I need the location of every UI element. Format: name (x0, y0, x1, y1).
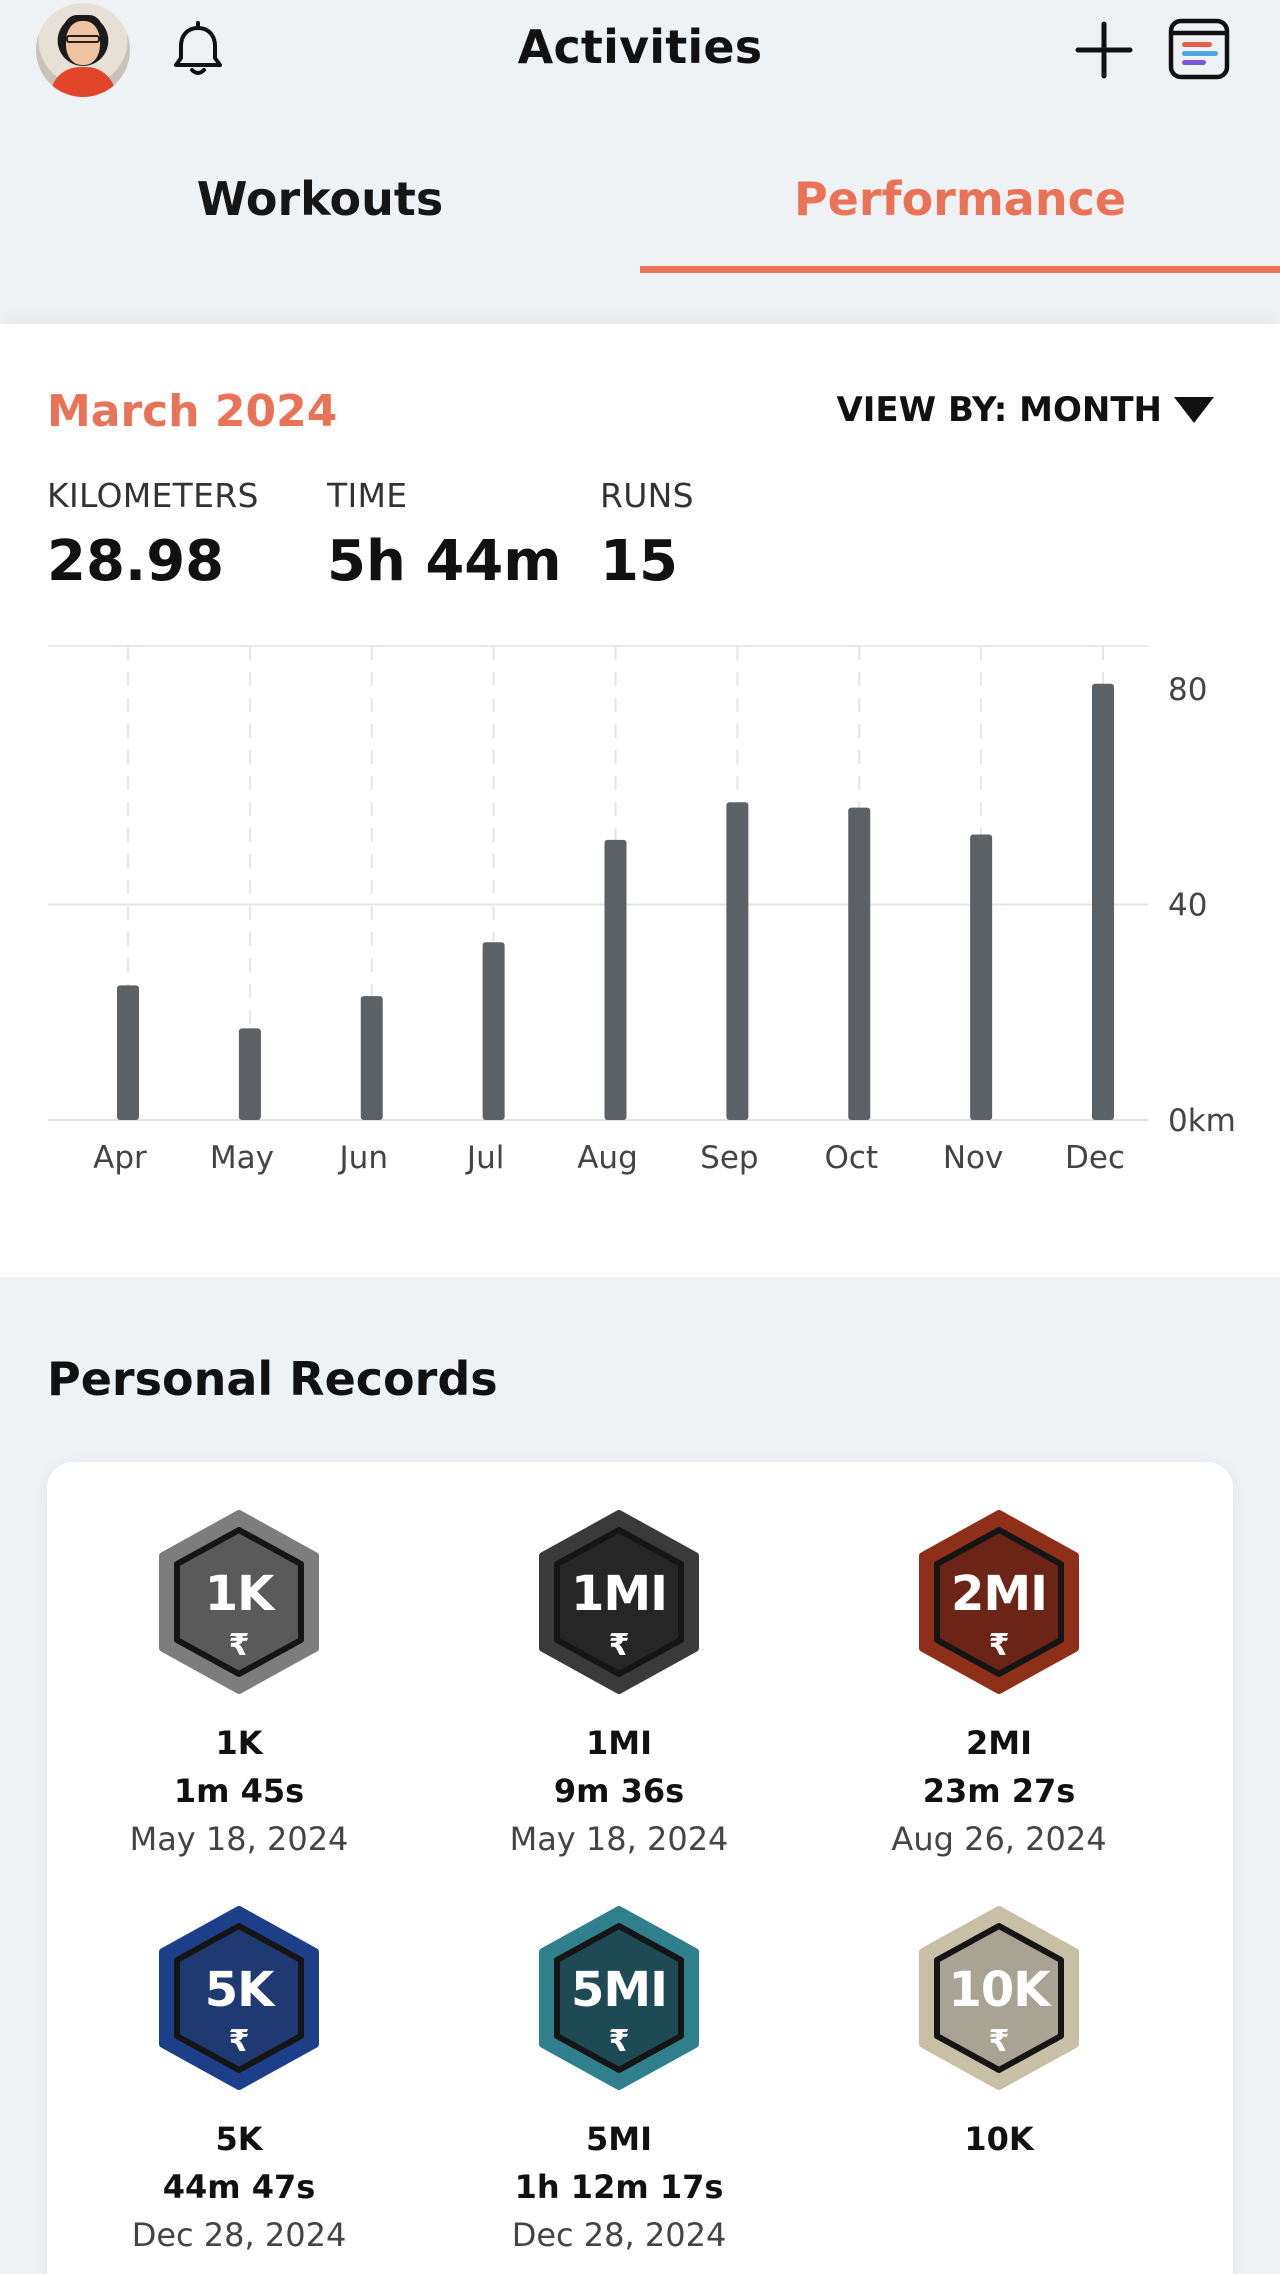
record-name: 1K (215, 1724, 263, 1762)
plus-icon[interactable] (1072, 18, 1136, 82)
personal-record-item[interactable]: 1K ₹1K 1m 45s May 18, 2024 (49, 1510, 429, 1858)
record-badge: 10K ₹ (915, 1906, 1083, 2090)
chart-bar (604, 839, 627, 1120)
x-tick-label: Jul (465, 1140, 504, 1176)
stat-label: TIME (327, 476, 408, 515)
record-badge: 5MI ₹ (535, 1906, 703, 2090)
x-tick-label: Oct (824, 1140, 878, 1176)
record-date: Aug 26, 2024 (891, 1820, 1107, 1858)
badge-label: 2MI (950, 1566, 1048, 1622)
personal-record-item[interactable]: 2MI ₹2MI 23m 27s Aug 26, 2024 (809, 1510, 1189, 1858)
tab-bar: Workouts Performance (0, 150, 1280, 275)
record-name: 5K (215, 2120, 263, 2158)
runner-icon: ₹ (608, 2024, 630, 2059)
badge-label: 5MI (570, 1962, 668, 2018)
badge-label: 1MI (570, 1566, 668, 1622)
runner-icon: ₹ (988, 1628, 1010, 1663)
x-tick-label: Aug (577, 1140, 638, 1176)
record-time: 9m 36s (553, 1772, 685, 1810)
record-date: May 18, 2024 (129, 1820, 349, 1858)
chart-bar (238, 1028, 261, 1120)
badge-label: 1K (204, 1566, 275, 1622)
personal-records-card: 1K ₹1K 1m 45s May 18, 2024 1MI ₹1MI 9m 36s May … (47, 1462, 1233, 2274)
badge-label: 10K (948, 1962, 1051, 2018)
record-badge: 5K ₹ (155, 1906, 323, 2090)
runner-icon: ₹ (228, 1628, 250, 1663)
personal-record-item[interactable]: 5K ₹5K 44m 47s Dec 28, 2024 (49, 1906, 429, 2254)
stat-kilometers: KILOMETERS 28.98 (47, 476, 259, 594)
tab-performance[interactable]: Performance (640, 150, 1280, 275)
x-tick-label: Dec (1065, 1140, 1125, 1176)
chart-bar (848, 807, 871, 1120)
runner-icon: ₹ (228, 2024, 250, 2059)
runner-icon: ₹ (988, 2024, 1010, 2059)
stat-label: KILOMETERS (47, 476, 259, 515)
chart-bar (726, 802, 749, 1120)
x-tick-label: Jun (338, 1140, 388, 1176)
stat-value: 28.98 (47, 529, 225, 594)
active-tab-indicator (640, 266, 1280, 273)
tab-workouts[interactable]: Workouts (0, 150, 640, 275)
y-tick-label: 0km (1168, 1103, 1236, 1139)
record-time: 23m 27s (922, 1772, 1076, 1810)
record-time: 44m 47s (162, 2168, 316, 2206)
chart-bar (360, 996, 383, 1120)
badge-label: 5K (204, 1962, 275, 2018)
chart-bar (117, 985, 139, 1120)
chart-bar (970, 834, 993, 1120)
y-tick-label: 80 (1168, 672, 1207, 708)
stat-value: 5h 44m (327, 529, 562, 594)
record-badge: 2MI ₹ (915, 1510, 1083, 1694)
x-tick-label: May (210, 1140, 274, 1176)
y-tick-label: 40 (1168, 888, 1207, 924)
performance-summary-card: March 2024 VIEW BY: MONTH KILOMETERS 28.… (0, 324, 1280, 1277)
chart-bar (1092, 683, 1114, 1120)
top-bar: Activities (0, 0, 1280, 110)
record-name: 2MI (965, 1724, 1032, 1762)
x-tick-label: Sep (700, 1140, 758, 1176)
view-by-label: VIEW BY: MONTH (836, 390, 1162, 430)
record-date: Dec 28, 2024 (511, 2216, 727, 2254)
x-tick-label: Apr (93, 1140, 147, 1176)
chart-bar (482, 942, 505, 1120)
record-badge: 1MI ₹ (535, 1510, 703, 1694)
view-by-dropdown[interactable]: VIEW BY: MONTH (836, 390, 1214, 430)
stat-value: 15 (600, 529, 678, 594)
runner-icon: ₹ (608, 1628, 630, 1663)
record-date: Dec 28, 2024 (131, 2216, 347, 2254)
period-title: March 2024 (47, 386, 338, 437)
record-name: 10K (964, 2120, 1034, 2158)
stat-label: RUNS (600, 476, 694, 515)
stat-runs: RUNS 15 (600, 476, 694, 594)
personal-record-item[interactable]: 1MI ₹1MI 9m 36s May 18, 2024 (429, 1510, 809, 1858)
record-date: May 18, 2024 (509, 1820, 729, 1858)
record-time: 1m 45s (173, 1772, 305, 1810)
dropdown-arrow-icon (1174, 397, 1214, 423)
personal-records-title: Personal Records (47, 1352, 498, 1406)
personal-record-item[interactable]: 10K ₹10K (809, 1906, 1189, 2158)
record-name: 5MI (585, 2120, 652, 2158)
record-badge: 1K ₹ (155, 1510, 323, 1694)
stat-time: TIME 5h 44m (327, 476, 562, 594)
record-time: 1h 12m 17s (514, 2168, 724, 2206)
calendar-icon[interactable] (1166, 16, 1232, 82)
personal-record-item[interactable]: 5MI ₹5MI 1h 12m 17s Dec 28, 2024 (429, 1906, 809, 2254)
record-name: 1MI (585, 1724, 652, 1762)
monthly-distance-chart: Apr May Jun Jul Aug Sep Oct Nov Dec 0km 40 80 (48, 645, 1236, 1176)
x-tick-label: Nov (943, 1140, 1004, 1176)
